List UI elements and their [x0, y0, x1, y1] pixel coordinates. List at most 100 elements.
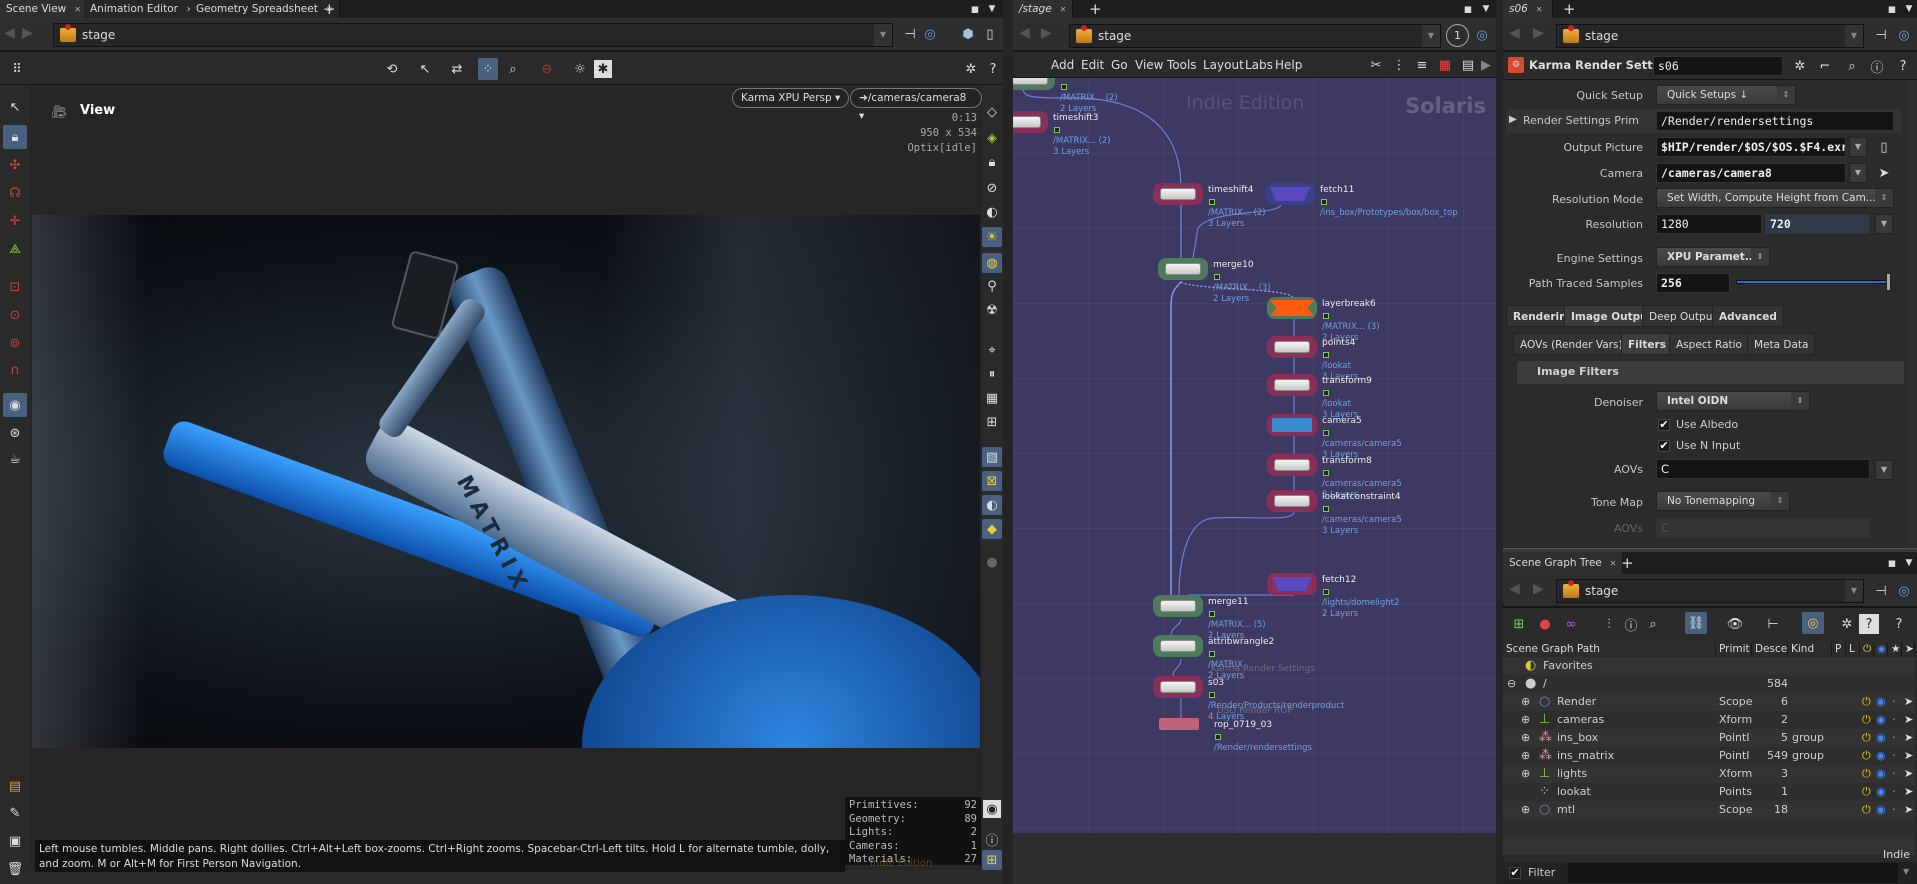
select-object-icon[interactable]: ➤: [1875, 164, 1893, 182]
particle-display-icon[interactable]: ◆: [982, 519, 1002, 539]
pin-icon[interactable]: ⊣: [902, 26, 918, 42]
col-header-descendants[interactable]: Desce: [1752, 642, 1788, 657]
back-arrow-icon[interactable]: ◀: [4, 25, 15, 41]
expand-toggle-icon[interactable]: ⊕: [1521, 693, 1530, 711]
gear-icon[interactable]: ✲: [1791, 57, 1809, 75]
tone-map-menu[interactable]: No Tonemapping ⇕: [1656, 491, 1790, 511]
tools-icon[interactable]: ✂: [1367, 56, 1385, 74]
tree-row[interactable]: ⁘ lookat Points 1 ⏻ ◉ · ➤: [1503, 783, 1915, 801]
chevron-down-icon[interactable]: ▼: [1845, 25, 1863, 47]
use-n-input-checkbox[interactable]: ✔: [1658, 440, 1670, 452]
denoiser-menu[interactable]: Intel OIDN ⇕: [1656, 391, 1810, 411]
expand-toggle-icon[interactable]: ⊕: [1521, 711, 1530, 729]
star-icon[interactable]: ★: [1888, 642, 1902, 657]
pane-splitter[interactable]: [1003, 0, 1013, 884]
subtab-meta-data[interactable]: Meta Data: [1747, 333, 1816, 355]
menu-labs[interactable]: Labs: [1245, 52, 1273, 78]
tab-geometry-spreadsheet[interactable]: Geometry Spreadsheet ✕: [190, 0, 340, 18]
chevron-down-icon[interactable]: ▼: [1845, 580, 1863, 602]
viewport[interactable]: 🎥︎ View Karma XPU Persp ▾ ➜/cameras/came…: [30, 85, 982, 872]
network-editor[interactable]: Indie Edition Solaris /MATRIX... (2) 2 La…: [1013, 78, 1496, 833]
visibility-icon[interactable]: ◈: [983, 129, 1001, 147]
expand-toggle-icon[interactable]: ⊕: [1521, 801, 1530, 819]
aovs-field[interactable]: C: [1656, 459, 1870, 479]
node-transform8[interactable]: [1267, 454, 1317, 476]
node-layerbreak6[interactable]: [1267, 297, 1317, 319]
snapshot-display-icon[interactable]: ▦: [983, 389, 1001, 407]
tree-row[interactable]: ⊕ ○ Render Scope 6 ⏻ ◉ · ➤: [1503, 693, 1915, 711]
active-power-icon[interactable]: ⏻: [1862, 711, 1871, 729]
help-icon[interactable]: ?: [985, 60, 1001, 78]
select-tool-icon[interactable]: ↖: [416, 60, 434, 78]
col-header-path[interactable]: Scene Graph Path: [1503, 642, 1716, 657]
radiation-icon[interactable]: ☢: [983, 301, 1001, 319]
selectable-pointer-icon[interactable]: ➤: [1904, 729, 1913, 747]
chevron-down-icon[interactable]: ▼: [1875, 460, 1893, 480]
filter-input[interactable]: [1568, 863, 1898, 883]
clipboard-icon[interactable]: ?: [1859, 614, 1879, 634]
col-header-kind[interactable]: Kind: [1788, 642, 1832, 657]
node-points4[interactable]: [1267, 336, 1317, 358]
selectable-dot-icon[interactable]: ·: [1892, 783, 1896, 801]
display-flag[interactable]: [1054, 127, 1060, 133]
expand-triangle-icon[interactable]: ▶: [1509, 114, 1517, 125]
snap-grid-icon[interactable]: ⊡: [5, 277, 25, 297]
selectable-dot-icon[interactable]: ·: [1892, 693, 1896, 711]
node-merge10[interactable]: [1158, 258, 1208, 280]
transform-tool-icon[interactable]: ⟁: [5, 239, 25, 259]
zoom-region-icon[interactable]: ⌕: [504, 60, 522, 78]
back-arrow-icon[interactable]: ◀: [1019, 25, 1030, 41]
snapshot-icon[interactable]: ▯: [982, 26, 998, 42]
selectable-pointer-icon[interactable]: ➤: [1904, 693, 1913, 711]
pose-tool-icon[interactable]: ✣: [5, 155, 25, 175]
menu-tools[interactable]: Tools: [1167, 52, 1197, 78]
shape-palette-icon[interactable]: ▤: [1459, 56, 1477, 74]
node-name-field[interactable]: s06: [1653, 56, 1783, 76]
info-icon[interactable]: ⓘ: [1621, 614, 1641, 634]
tree-row[interactable]: ⊕ ⊥ cameras Xform 2 ⏻ ◉ · ➤: [1503, 711, 1915, 729]
add-tab-icon[interactable]: +: [1089, 0, 1102, 18]
search-icon[interactable]: ⌕: [1843, 57, 1861, 75]
stop-render-icon[interactable]: ⊖: [538, 60, 556, 78]
headlight-icon[interactable]: ☀: [982, 227, 1002, 247]
display-flag[interactable]: [1323, 352, 1329, 358]
camera-tool-icon[interactable]: ⇄: [448, 60, 466, 78]
forward-arrow-icon[interactable]: ▶: [22, 25, 33, 41]
menu-edit[interactable]: Edit: [1081, 52, 1104, 78]
display-options-icon[interactable]: ⬢: [960, 26, 976, 42]
display-flag[interactable]: [1061, 84, 1067, 90]
view-tool-icon[interactable]: ⟲: [383, 60, 401, 78]
light-linker-icon[interactable]: ☼: [571, 60, 589, 78]
grid-menu-icon[interactable]: ⠿: [8, 60, 26, 78]
expand-toggle-icon[interactable]: ⊕: [1521, 747, 1530, 765]
tab-animation-editor[interactable]: Animation Editor✕: [84, 0, 200, 18]
forward-arrow-icon[interactable]: ▶: [1533, 25, 1544, 41]
karma-render-settings-icon[interactable]: ⚙: [1508, 57, 1524, 73]
active-power-icon[interactable]: ⏻: [1862, 747, 1871, 765]
display-flag[interactable]: [1323, 390, 1329, 396]
subtab-aspect-ratio[interactable]: Aspect Ratio: [1669, 333, 1749, 355]
expand-toggle-icon[interactable]: ⊕: [1521, 765, 1530, 783]
node-transform9[interactable]: [1267, 374, 1317, 396]
expand-toggle-icon[interactable]: ⊖: [1507, 675, 1516, 693]
active-power-icon[interactable]: ⏻: [1862, 765, 1871, 783]
node-merge11[interactable]: [1153, 595, 1203, 617]
collection-icon[interactable]: ●: [1535, 614, 1555, 634]
close-icon[interactable]: ✕: [1536, 5, 1543, 14]
eye-icon[interactable]: ◉: [1874, 642, 1888, 657]
mask-icon[interactable]: ∞: [1561, 614, 1581, 634]
close-icon[interactable]: ✕: [74, 5, 81, 14]
snap-curve-icon[interactable]: ⊙: [5, 305, 25, 325]
brush-icon[interactable]: ⌐: [1816, 57, 1834, 75]
quick-setup-menu[interactable]: Quick Setups ↓ ⇕: [1656, 85, 1796, 105]
visible-eye-icon[interactable]: ◉: [1876, 693, 1886, 711]
filter-checkbox[interactable]: ✔: [1509, 867, 1521, 879]
samples-slider-handle[interactable]: [1886, 273, 1891, 291]
lock-camera-icon[interactable]: 🔒︎: [983, 153, 1001, 171]
node-lookatconstraint4[interactable]: [1267, 490, 1317, 512]
display-flag[interactable]: [1323, 470, 1329, 476]
visible-eye-icon[interactable]: ◉: [1876, 765, 1886, 783]
pane-menu-icon[interactable]: ▼: [1902, 556, 1916, 570]
dot-icon[interactable]: ●: [983, 553, 1001, 571]
link-icon[interactable]: ◎: [1895, 26, 1913, 44]
